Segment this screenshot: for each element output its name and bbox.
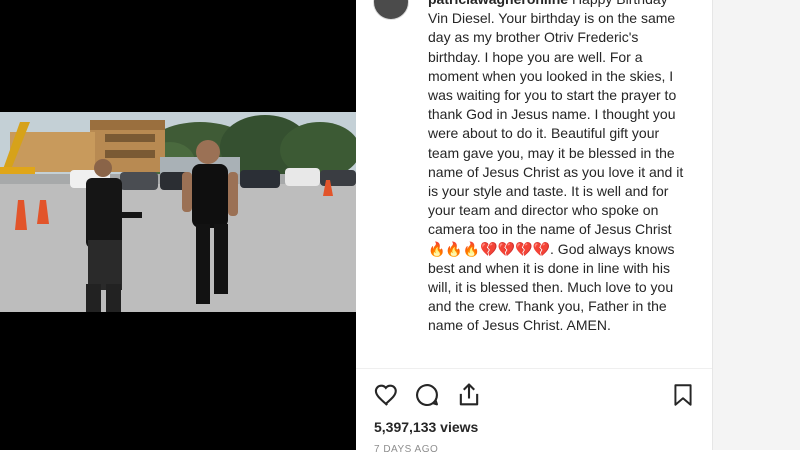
view-count[interactable]: 5,397,133 views: [374, 419, 478, 435]
caption-text: Happy Birthday Vin Diesel. Your birthday…: [428, 0, 684, 334]
action-bar: 5,397,133 views 7 DAYS AGO: [356, 368, 712, 455]
comment-bubble-icon: [413, 381, 441, 414]
heart-icon: [373, 381, 401, 414]
bookmark-icon: [670, 381, 696, 414]
caption-username[interactable]: patriciawagnerohline: [428, 0, 568, 7]
like-button[interactable]: [372, 382, 402, 412]
save-button[interactable]: [668, 382, 698, 412]
page-gutter: [712, 0, 800, 450]
comment-button[interactable]: [412, 382, 442, 412]
post-caption: patriciawagnerohline Happy Birthday Vin …: [428, 0, 684, 336]
share-icon: [455, 381, 483, 414]
share-button[interactable]: [454, 382, 484, 412]
media-panel: [0, 0, 356, 450]
video-player[interactable]: [0, 112, 356, 312]
video-frame-image: [0, 112, 356, 312]
